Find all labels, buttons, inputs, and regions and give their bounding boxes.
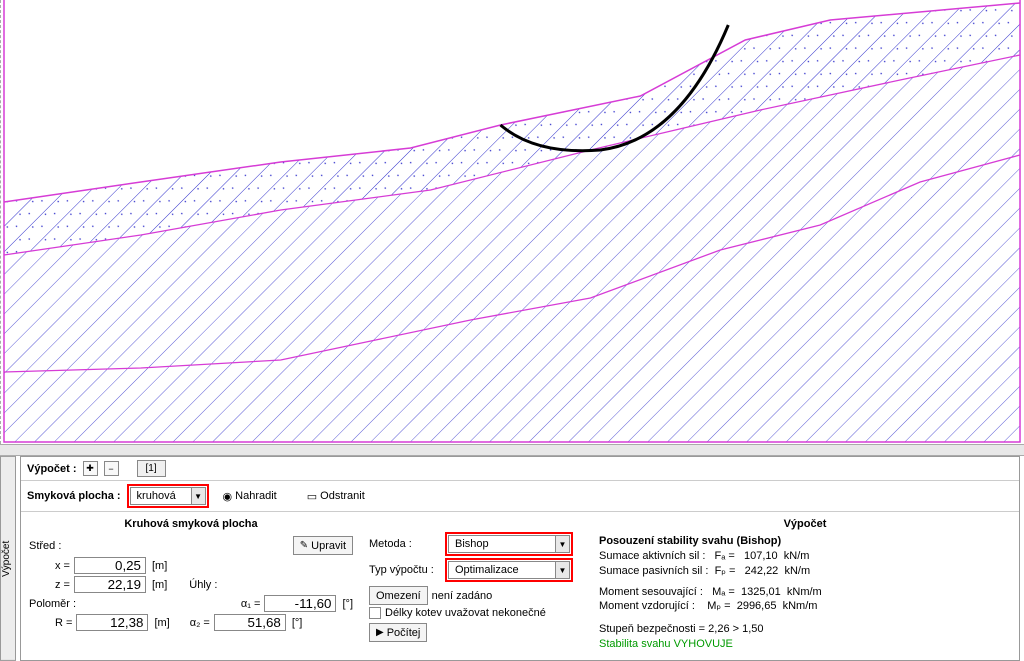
left-section-title: Kruhová smyková plocha — [29, 516, 353, 534]
alpha1-input[interactable] — [264, 595, 336, 612]
result-mp-unit: kNm/m — [783, 600, 818, 612]
r-label: R = — [55, 617, 72, 629]
alpha2-label: α₂ = — [190, 617, 210, 629]
alpha1-label: α₁ = — [241, 598, 261, 610]
analysis-tab-1[interactable]: [1] — [137, 460, 166, 477]
replace-icon: ◉ — [223, 490, 233, 503]
x-input[interactable] — [74, 557, 146, 574]
method-select[interactable]: Bishop ▼ — [448, 535, 570, 553]
play-icon: ▶ — [376, 627, 384, 638]
slip-surface-type-select[interactable]: kruhová ▼ — [130, 487, 206, 505]
result-fp-label: Sumace pasivních sil : — [599, 565, 708, 577]
z-input[interactable] — [74, 576, 146, 593]
result-ma-unit: kNm/m — [787, 586, 822, 598]
method-label: Metoda : — [369, 538, 441, 550]
chevron-down-icon: ▼ — [555, 562, 569, 578]
x-unit: [m] — [152, 560, 167, 572]
r-unit: [m] — [154, 617, 169, 629]
calc-type-select[interactable]: Optimalizace ▼ — [448, 561, 570, 579]
result-fp-symbol: Fₚ = — [715, 565, 736, 577]
analyze-button[interactable]: ▶ Počítej — [369, 623, 427, 642]
radius-label: Poloměr : — [29, 598, 76, 610]
side-tab-vypocet[interactable]: Výpočet — [0, 456, 16, 661]
result-fp-value: 242,22 — [745, 565, 779, 577]
calc-type-label: Typ výpočtu : — [369, 564, 441, 576]
z-unit: [m] — [152, 579, 167, 591]
result-ma-label: Moment sesouvající : — [599, 586, 703, 598]
alpha2-unit: [°] — [292, 617, 303, 629]
z-label: z = — [55, 579, 70, 591]
restrictions-state: není zadáno — [432, 590, 493, 602]
alpha2-input[interactable] — [214, 614, 286, 631]
remove-button[interactable]: ▭ Odstranit — [303, 490, 369, 503]
restrictions-button[interactable]: Omezení — [369, 586, 428, 605]
result-mp-symbol: Mₚ = — [707, 600, 730, 612]
add-analysis-button[interactable]: ✚ — [83, 461, 98, 476]
alpha1-unit: [°] — [342, 598, 353, 610]
edit-button[interactable]: ✎ Upravit — [293, 536, 353, 555]
infinite-anchors-checkbox[interactable] — [369, 607, 381, 619]
verdict: Stabilita svahu VYHOVUJE — [599, 638, 733, 650]
x-label: x = — [55, 560, 70, 572]
center-label: Střed : — [29, 540, 75, 552]
replace-button[interactable]: ◉ Nahradit — [219, 490, 281, 503]
result-mp-label: Moment vzdorující : — [599, 600, 695, 612]
result-fa-value: 107,10 — [744, 550, 778, 562]
slip-surface-label: Smyková plocha : — [27, 490, 121, 502]
vypocet-label: Výpočet : — [27, 463, 77, 475]
result-mp-value: 2996,65 — [737, 600, 777, 612]
remove-analysis-button[interactable]: − — [104, 461, 119, 476]
r-input[interactable] — [76, 614, 148, 631]
result-ma-value: 1325,01 — [741, 586, 781, 598]
result-ma-symbol: Mₐ = — [712, 586, 735, 598]
geometry-viewport[interactable] — [0, 0, 1024, 444]
result-fp-unit: kN/m — [784, 565, 810, 577]
result-fa-unit: kN/m — [784, 550, 810, 562]
result-fa-label: Sumace aktivních sil : — [599, 550, 705, 562]
result-fa-symbol: Fₐ = — [715, 550, 735, 562]
chevron-down-icon: ▼ — [191, 488, 205, 504]
results-heading: Posouzení stability svahu (Bishop) — [599, 535, 781, 547]
right-section-title: Výpočet — [599, 516, 1011, 534]
safety-factor: Stupeň bezpečnosti = 2,26 > 1,50 — [599, 623, 764, 635]
remove-icon: ▭ — [307, 490, 317, 503]
infinite-anchors-label: Délky kotev uvažovat nekonečné — [385, 607, 546, 619]
edit-icon: ✎ — [300, 540, 308, 551]
chevron-down-icon: ▼ — [555, 536, 569, 552]
angles-label: Úhly : — [189, 579, 217, 591]
